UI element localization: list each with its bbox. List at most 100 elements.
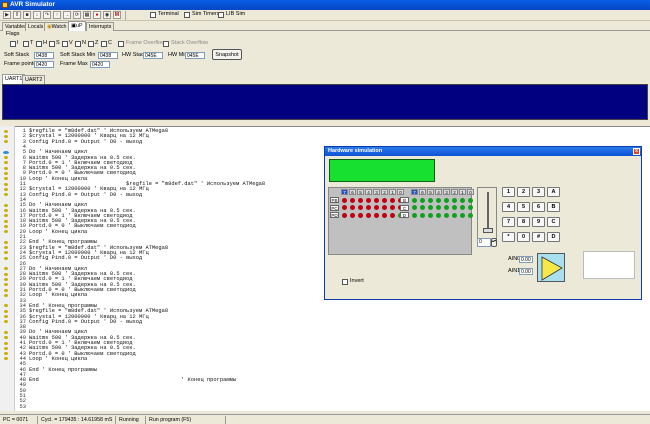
keypad-key[interactable]: B bbox=[547, 202, 560, 212]
port-pin-led[interactable] bbox=[374, 212, 379, 218]
port-pin-led[interactable] bbox=[452, 205, 457, 210]
refresh-icon[interactable]: ⟳ bbox=[73, 11, 81, 19]
breakpoint-marker-icon[interactable] bbox=[4, 341, 8, 345]
port-pin-led[interactable] bbox=[382, 212, 387, 218]
analog-slider[interactable] bbox=[477, 187, 497, 245]
breakpoint-marker-icon[interactable] bbox=[4, 224, 8, 228]
breakpoint-marker-icon[interactable] bbox=[4, 357, 8, 361]
port-pin-led[interactable] bbox=[420, 212, 425, 218]
breakpoint-marker-icon[interactable] bbox=[4, 129, 8, 133]
pin-number-header[interactable]: 2 bbox=[381, 189, 388, 195]
soft-stack-min-field[interactable]: 0438 bbox=[98, 52, 118, 59]
port-pin-led[interactable] bbox=[436, 212, 441, 218]
uart-terminal[interactable] bbox=[2, 84, 648, 120]
pin-number-header[interactable]: 5 bbox=[427, 189, 434, 195]
port-pin-led[interactable] bbox=[420, 197, 425, 203]
pin-number-header[interactable]: 1 bbox=[389, 189, 396, 195]
soft-stack-field[interactable]: 0438 bbox=[34, 52, 54, 59]
breakpoint-marker-icon[interactable] bbox=[4, 214, 8, 218]
pin-number-header[interactable]: 4 bbox=[365, 189, 372, 195]
port-pin-led[interactable] bbox=[382, 205, 387, 210]
keypad-key[interactable]: D bbox=[547, 232, 560, 242]
port-pin-led[interactable] bbox=[428, 212, 433, 218]
pin-number-header[interactable]: 3 bbox=[373, 189, 380, 195]
pause-icon[interactable]: ‖ bbox=[13, 11, 21, 19]
port-pin-led[interactable] bbox=[390, 205, 395, 210]
breakpoint-marker-icon[interactable] bbox=[4, 219, 8, 223]
flag-t-checkbox[interactable] bbox=[23, 41, 29, 47]
port-pin-led[interactable] bbox=[452, 212, 457, 218]
hw-stack-field[interactable]: 045E bbox=[143, 52, 163, 59]
flag-i-checkbox[interactable] bbox=[10, 41, 16, 47]
port-pin-led[interactable] bbox=[358, 212, 363, 218]
run-to-cursor-icon[interactable]: → bbox=[63, 11, 71, 19]
code-line[interactable]: 53 bbox=[17, 404, 29, 410]
port-pin-led[interactable] bbox=[358, 205, 363, 210]
breakpoint-marker-icon[interactable] bbox=[4, 256, 8, 260]
breakpoint-marker-icon[interactable] bbox=[4, 140, 8, 144]
pin-number-header[interactable]: 0 bbox=[467, 189, 474, 195]
breakpoint-marker-icon[interactable] bbox=[4, 134, 8, 138]
port-pin-led[interactable] bbox=[412, 205, 417, 210]
port-pin-led[interactable] bbox=[374, 205, 379, 210]
code-line[interactable]: 3 Config Pind.0 = Output ' D0 - выход bbox=[17, 139, 142, 145]
port-pin-led[interactable] bbox=[428, 205, 433, 210]
port-pin-led[interactable] bbox=[342, 212, 347, 218]
port-pin-led[interactable] bbox=[382, 197, 387, 203]
breakpoint-marker-icon[interactable] bbox=[4, 203, 8, 207]
spinner-icon[interactable]: ▴▾ bbox=[491, 238, 497, 247]
keypad-key[interactable]: 2 bbox=[517, 187, 530, 197]
port-pin-led[interactable] bbox=[468, 205, 473, 210]
keypad-key[interactable]: 1 bbox=[502, 187, 515, 197]
port-pin-led[interactable] bbox=[412, 197, 417, 203]
flag-v-checkbox[interactable] bbox=[62, 41, 68, 47]
breakpoint-marker-icon[interactable] bbox=[4, 251, 8, 255]
flag-s-checkbox[interactable] bbox=[49, 41, 55, 47]
port-pin-led[interactable] bbox=[350, 197, 355, 203]
flag-c-checkbox[interactable] bbox=[101, 41, 107, 47]
port-pin-led[interactable] bbox=[366, 205, 371, 210]
keypad-key[interactable]: 9 bbox=[532, 217, 545, 227]
pin-number-header[interactable]: 2 bbox=[451, 189, 458, 195]
frame-max-field[interactable]: 0420 bbox=[90, 61, 110, 68]
port-pin-led[interactable] bbox=[350, 212, 355, 218]
port-pin-led[interactable] bbox=[342, 197, 347, 203]
port-pin-led[interactable] bbox=[358, 197, 363, 203]
pin-number-header[interactable]: 5 bbox=[357, 189, 364, 195]
breakpoint-marker-icon[interactable] bbox=[4, 171, 8, 175]
breakpoint-marker-icon[interactable] bbox=[4, 161, 8, 165]
lib-sim-checkbox[interactable] bbox=[218, 12, 224, 18]
keypad-key[interactable]: 3 bbox=[532, 187, 545, 197]
keypad-key[interactable]: 0 bbox=[517, 232, 530, 242]
keypad-key[interactable]: 8 bbox=[517, 217, 530, 227]
keypad-key[interactable]: 5 bbox=[517, 202, 530, 212]
breakpoint-marker-icon[interactable] bbox=[4, 293, 8, 297]
breakpoint-marker-icon[interactable] bbox=[4, 330, 8, 334]
keypad-key[interactable]: 4 bbox=[502, 202, 515, 212]
port-pin-led[interactable] bbox=[444, 212, 449, 218]
flag-n-checkbox[interactable] bbox=[75, 41, 81, 47]
stop-icon[interactable]: ■ bbox=[23, 11, 31, 19]
step-out-icon[interactable]: ↑ bbox=[53, 11, 61, 19]
stack-overflow-checkbox[interactable] bbox=[163, 41, 169, 47]
pin-number-header[interactable]: 1 bbox=[459, 189, 466, 195]
port-pin-led[interactable] bbox=[374, 197, 379, 203]
step-into-icon[interactable]: ↓ bbox=[33, 11, 41, 19]
keypad-key[interactable]: 6 bbox=[532, 202, 545, 212]
breakpoint-marker-icon[interactable] bbox=[4, 246, 8, 250]
port-pin-led[interactable] bbox=[468, 197, 473, 203]
port-pin-led[interactable] bbox=[366, 212, 371, 218]
breakpoint-marker-icon[interactable] bbox=[4, 187, 8, 191]
breakpoint-icon[interactable]: ● bbox=[93, 11, 101, 19]
breakpoint-marker-icon[interactable] bbox=[4, 182, 8, 186]
frame-overflow-checkbox[interactable] bbox=[118, 41, 124, 47]
ain0-field[interactable]: 0.00 bbox=[519, 256, 533, 263]
port-pin-led[interactable] bbox=[350, 205, 355, 210]
breakpoint-marker-icon[interactable] bbox=[4, 166, 8, 170]
port-pin-led[interactable] bbox=[420, 205, 425, 210]
breakpoint-marker-icon[interactable] bbox=[4, 240, 8, 244]
code-line[interactable]: 25 Config Pind.0 = Output ' D0 - выход bbox=[17, 255, 143, 261]
frame-pointer-field[interactable]: 0420 bbox=[34, 61, 54, 68]
port-pin-led[interactable] bbox=[366, 197, 371, 203]
port-pin-led[interactable] bbox=[342, 205, 347, 210]
